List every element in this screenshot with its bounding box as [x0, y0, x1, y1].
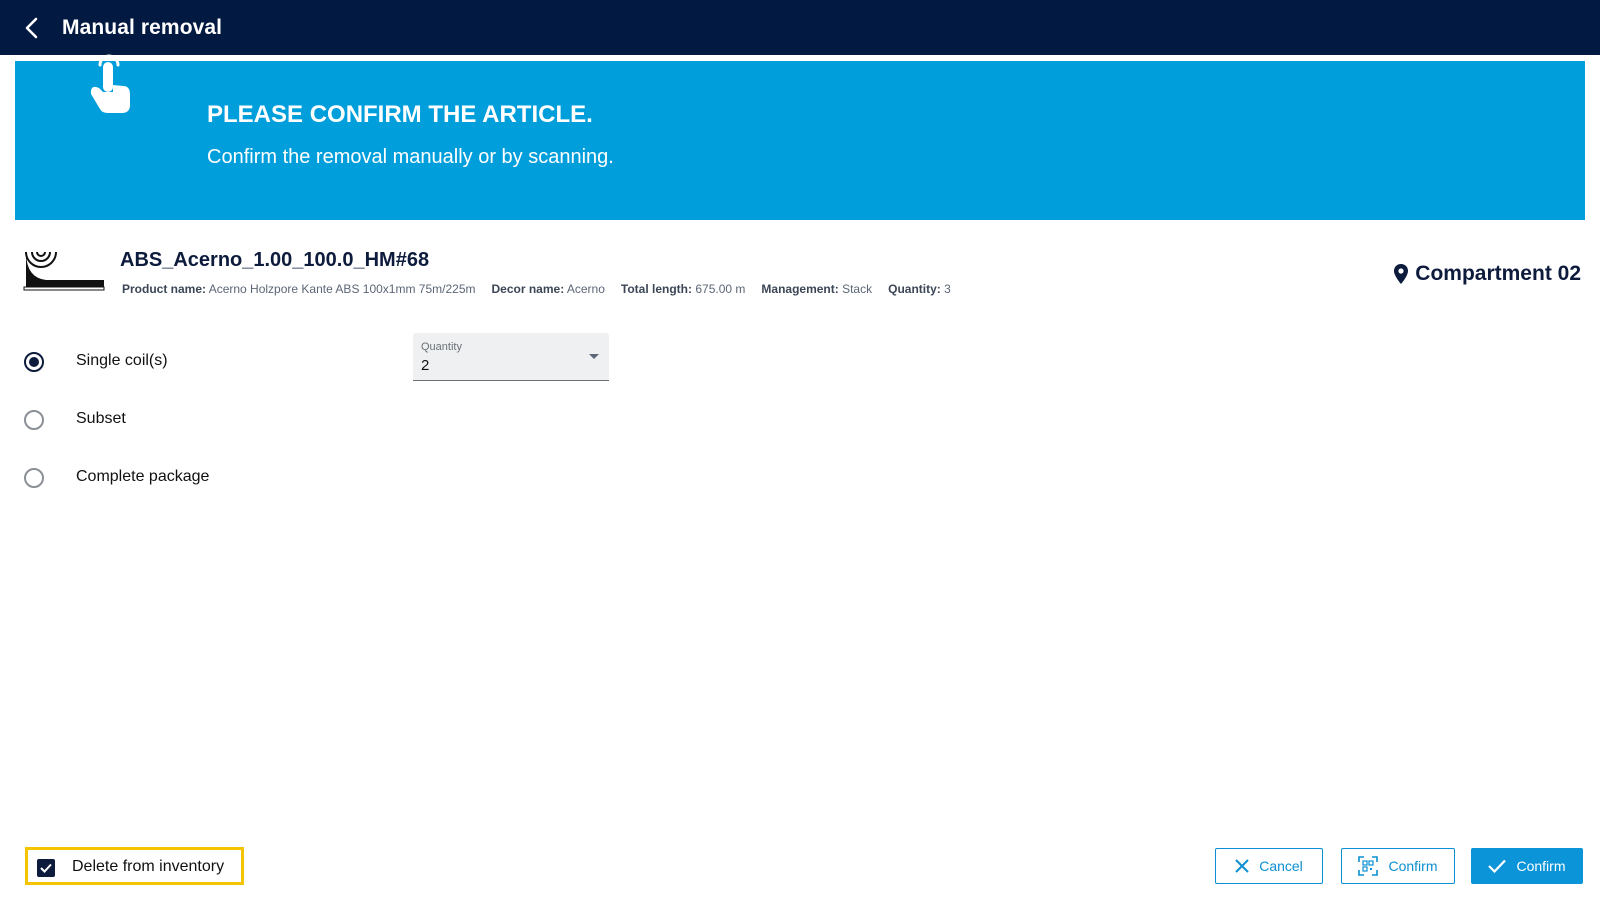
edge-coil-icon: [23, 251, 105, 291]
delete-from-inventory-label: Delete from inventory: [72, 858, 225, 875]
confirm-button-label: Confirm: [1516, 858, 1566, 874]
radio-complete-package[interactable]: [24, 468, 44, 488]
quantity-select-value: 2: [421, 357, 430, 374]
delete-from-inventory-checkbox[interactable]: Delete from inventory: [25, 847, 244, 885]
meta-quantity: Quantity: 3: [888, 282, 951, 296]
back-button[interactable]: [0, 0, 62, 55]
option-complete-package[interactable]: Complete package: [24, 468, 209, 488]
option-single-coil[interactable]: Single coil(s): [24, 352, 168, 372]
cancel-button-label: Cancel: [1259, 858, 1303, 874]
banner-heading: PLEASE CONFIRM THE ARTICLE.: [207, 101, 593, 128]
meta-product-name: Product name: Acerno Holzpore Kante ABS …: [122, 282, 476, 296]
tap-finger-icon: [90, 54, 130, 113]
option-label: Complete package: [76, 468, 210, 485]
radio-subset[interactable]: [24, 410, 44, 430]
meta-decor-name: Decor name: Acerno: [491, 282, 605, 296]
scan-confirm-button[interactable]: Confirm: [1341, 848, 1455, 884]
confirm-button[interactable]: Confirm: [1471, 848, 1583, 884]
qr-scan-icon: [1358, 856, 1379, 876]
close-icon: [1235, 859, 1249, 873]
banner-subtitle: Confirm the removal manually or by scann…: [207, 146, 614, 168]
option-label: Single coil(s): [76, 352, 168, 369]
scan-confirm-button-label: Confirm: [1388, 858, 1438, 874]
caret-down-icon: [589, 354, 599, 359]
chevron-left-icon: [25, 17, 38, 38]
quantity-select[interactable]: Quantity 2: [413, 333, 609, 381]
meta-management: Management: Stack: [761, 282, 873, 296]
location-pin-icon: [1394, 264, 1409, 284]
meta-total-length: Total length: 675.00 m: [620, 282, 746, 296]
compartment-label: Compartment 02: [1393, 262, 1581, 286]
instruction-banner: [15, 61, 1585, 220]
top-bar: Manual removal: [0, 0, 1600, 55]
article-meta: Product name: Acerno Holzpore Kante ABS …: [122, 282, 951, 296]
quantity-select-label: Quantity: [421, 341, 462, 353]
cancel-button[interactable]: Cancel: [1215, 848, 1323, 884]
checkmark-icon: [1488, 859, 1507, 873]
page-title: Manual removal: [62, 15, 223, 39]
option-subset[interactable]: Subset: [24, 410, 126, 430]
checkbox-checked-icon[interactable]: [37, 859, 55, 877]
option-label: Subset: [76, 410, 126, 427]
radio-single-coil[interactable]: [24, 352, 44, 372]
compartment-name: Compartment 02: [1415, 262, 1581, 285]
article-title: ABS_Acerno_1.00_100.0_HM#68: [120, 249, 430, 271]
